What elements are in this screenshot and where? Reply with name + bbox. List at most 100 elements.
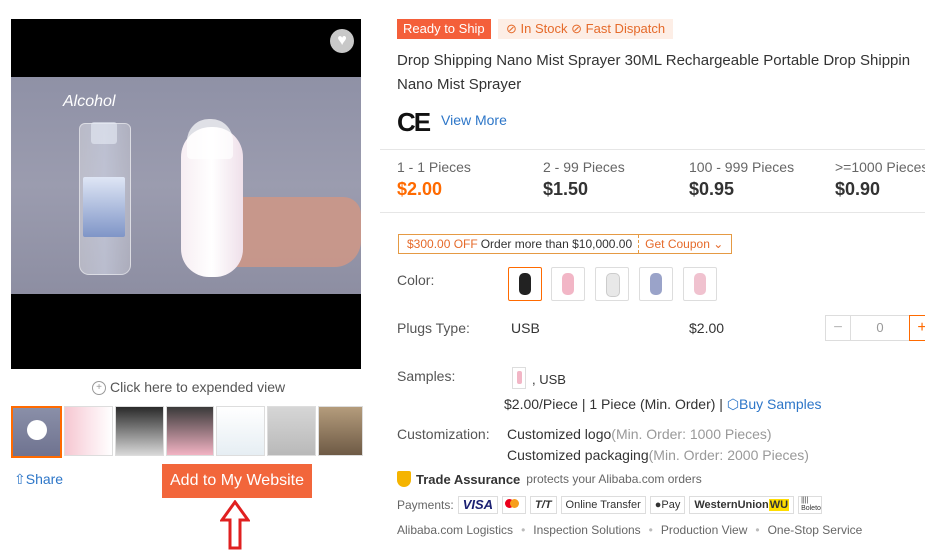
share-link[interactable]: ⇧Share xyxy=(14,471,63,488)
sample-price: $2.00/Piece | 1 Piece (Min. Order) | xyxy=(504,396,723,412)
samples-label: Samples: xyxy=(397,368,456,384)
boleto-label: Boleto xyxy=(801,505,821,512)
sample-price-info: $2.00/Piece | 1 Piece (Min. Order) | ⬡Bu… xyxy=(504,396,822,413)
title-line-2: Nano Mist Sprayer xyxy=(397,76,522,93)
cube-icon: ⬡ xyxy=(726,396,740,412)
ready-to-ship-badge: Ready to Ship xyxy=(397,19,491,39)
coupon-amount: $300.00 OFF xyxy=(407,237,478,251)
product-title: Drop Shipping Nano Mist Sprayer 30ML Rec… xyxy=(397,49,925,97)
expand-view-hint[interactable]: + Click here to expended view xyxy=(92,379,286,396)
customization-label: Customization: xyxy=(397,426,490,442)
tier-range: 1 - 1 Pieces xyxy=(397,159,471,175)
stock-dispatch-badge: ⊘ In Stock ⊘ Fast Dispatch xyxy=(498,19,674,39)
coupon-condition: Order more than $10,000.00 xyxy=(480,237,633,251)
wu-label: WU xyxy=(768,499,790,511)
video-overlay-text: Alcohol xyxy=(63,93,116,110)
mastercard-icon xyxy=(502,496,527,514)
title-line-1: Drop Shipping Nano Mist Sprayer 30ML Rec… xyxy=(397,52,911,69)
service-link[interactable]: Production View xyxy=(661,523,748,537)
thumbnail-video[interactable] xyxy=(11,406,62,458)
color-swatch[interactable] xyxy=(595,267,629,301)
custom-logo-label: Customized logo xyxy=(507,426,612,442)
custom-logo: Customized logo(Min. Order: 1000 Pieces) xyxy=(507,426,772,442)
thumbnail-item[interactable] xyxy=(267,406,317,456)
increment-button[interactable]: + xyxy=(909,315,925,341)
color-swatch[interactable] xyxy=(639,267,673,301)
separator-dot: • xyxy=(521,523,526,537)
color-swatch[interactable] xyxy=(508,267,542,301)
chevron-down-icon: ⌄ xyxy=(713,237,724,251)
color-label: Color: xyxy=(397,272,435,288)
separator-dot: • xyxy=(755,523,760,537)
tier-price: $2.00 xyxy=(397,179,443,199)
service-link[interactable]: Inspection Solutions xyxy=(533,523,640,537)
tier-range: 100 - 999 Pieces xyxy=(689,159,795,175)
plug-option: USB xyxy=(511,320,540,336)
payments-row: Payments: VISA T/T Online Transfer ●Pay … xyxy=(397,496,823,514)
in-stock-label: In Stock xyxy=(520,21,568,36)
payments-label: Payments: xyxy=(397,498,454,512)
separator-dot: • xyxy=(648,523,653,537)
view-more-link[interactable]: View More xyxy=(441,112,507,128)
buy-samples-label: Buy Samples xyxy=(739,396,822,412)
western-union-icon: WesternUnionWU xyxy=(689,496,795,514)
boleto-icon: |||| Boleto xyxy=(798,496,823,514)
service-links: Alibaba.com Logistics • Inspection Soluti… xyxy=(397,523,862,537)
custom-packaging: Customized packaging(Min. Order: 2000 Pi… xyxy=(507,447,809,463)
online-transfer-icon: Online Transfer xyxy=(560,496,646,514)
get-coupon-button[interactable]: Get Coupon ⌄ xyxy=(638,235,731,253)
color-swatch[interactable] xyxy=(683,267,717,301)
price-tier: >=1000 Pieces $0.90 xyxy=(835,159,925,200)
service-link[interactable]: Alibaba.com Logistics xyxy=(397,523,513,537)
thumbnail-item[interactable] xyxy=(114,406,164,456)
tier-range: 2 - 99 Pieces xyxy=(543,159,625,175)
divider xyxy=(380,149,925,150)
quantity-input[interactable]: 0 xyxy=(851,315,909,341)
tt-icon: T/T xyxy=(530,496,557,514)
thumbnail-item[interactable] xyxy=(318,406,363,456)
sample-type: , USB xyxy=(532,372,566,387)
sample-image xyxy=(512,367,526,389)
price-tier: 100 - 999 Pieces $0.95 xyxy=(689,159,794,200)
quantity-stepper: − 0 + xyxy=(825,315,925,341)
get-coupon-label: Get Coupon xyxy=(645,237,710,251)
tier-price: $0.90 xyxy=(835,179,881,199)
trade-assurance: Trade Assurance protects your Alibaba.co… xyxy=(397,471,702,487)
zoom-icon: + xyxy=(92,381,106,396)
fast-dispatch-label: Fast Dispatch xyxy=(585,21,666,36)
buy-samples-link[interactable]: ⬡Buy Samples xyxy=(727,396,822,412)
visa-icon: VISA xyxy=(457,496,499,514)
sprayer-cap xyxy=(187,119,233,159)
tier-price: $0.95 xyxy=(689,179,735,199)
custom-logo-min: (Min. Order: 1000 Pieces) xyxy=(611,426,772,442)
price-tier: 2 - 99 Pieces $1.50 xyxy=(543,159,625,200)
ce-cert-icon: CE xyxy=(397,107,431,137)
divider xyxy=(380,212,925,213)
color-swatch[interactable] xyxy=(551,267,585,301)
price-tier: 1 - 1 Pieces $2.00 xyxy=(397,159,471,200)
share-label: Share xyxy=(25,471,64,487)
apple-pay-icon: ●Pay xyxy=(649,496,686,514)
western-union-label: WesternUnion xyxy=(694,499,769,511)
service-link[interactable]: One-Stop Service xyxy=(768,523,863,537)
trade-assurance-desc: protects your Alibaba.com orders xyxy=(526,472,702,486)
favorite-heart-icon[interactable]: ♥ xyxy=(330,29,354,53)
tier-range: >=1000 Pieces xyxy=(835,159,925,175)
thumbnail-item[interactable] xyxy=(63,406,113,456)
decrement-button[interactable]: − xyxy=(825,315,851,341)
tier-price: $1.50 xyxy=(543,179,589,199)
thumbnail-strip xyxy=(11,406,363,458)
plugs-label: Plugs Type: xyxy=(397,320,470,336)
bottle-label xyxy=(83,177,125,237)
thumbnail-item[interactable] xyxy=(216,406,266,456)
video-frame[interactable]: Alcohol xyxy=(11,77,361,294)
apple-pay-label: Pay xyxy=(661,499,681,511)
expand-view-label: Click here to expended view xyxy=(110,379,286,395)
check-circle-icon: ⊘ xyxy=(571,21,583,36)
add-to-website-button[interactable]: Add to My Website xyxy=(162,464,312,498)
custom-packaging-label: Customized packaging xyxy=(507,447,649,463)
custom-packaging-min: (Min. Order: 2000 Pieces) xyxy=(648,447,809,463)
coupon-banner: $300.00 OFF Order more than $10,000.00 G… xyxy=(398,234,733,254)
thumbnail-item[interactable] xyxy=(165,406,215,456)
up-arrow-icon xyxy=(220,500,250,550)
